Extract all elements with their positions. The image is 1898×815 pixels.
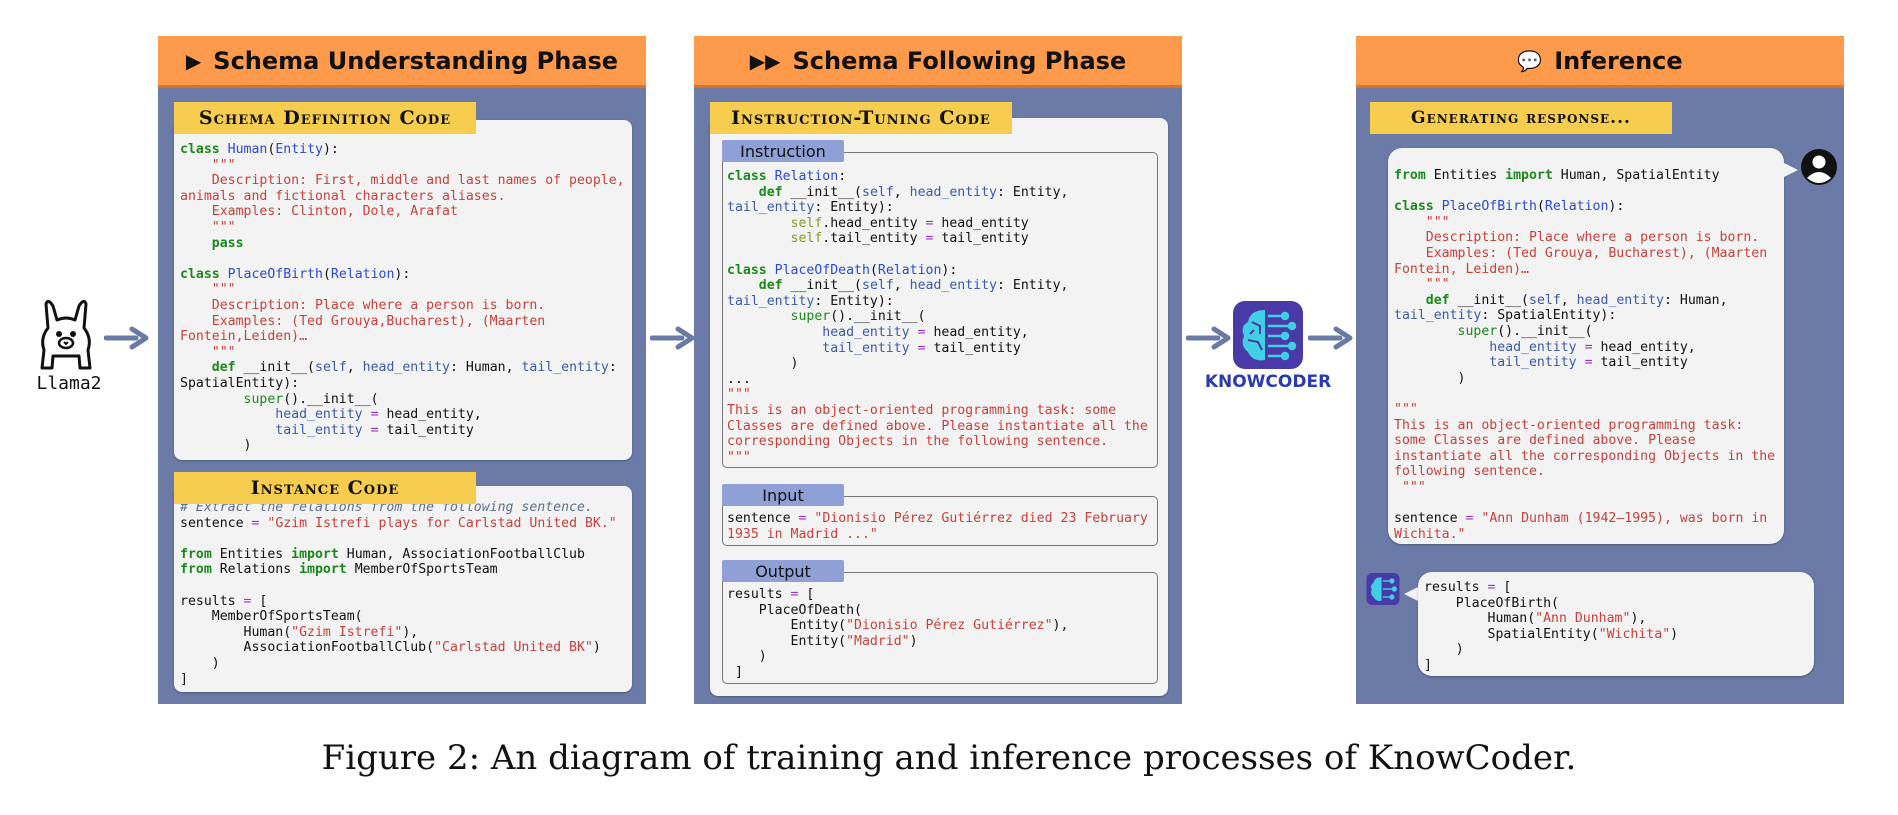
knowcoder-avatar-icon <box>1366 572 1400 606</box>
inference-panel: 💬 Inference Generating response... from … <box>1356 36 1844 704</box>
generating-response-tag: Generating response... <box>1370 102 1672 134</box>
instruction-code: class Relation: def __init__(self, head_… <box>727 169 1148 465</box>
schema-definition-card: class Human(Entity): """ Description: Fi… <box>174 120 632 460</box>
schema-definition-code: class Human(Entity): """ Description: Fi… <box>180 142 625 454</box>
knowcoder-label: KNOWCODER <box>1204 372 1332 392</box>
input-label: Input <box>722 484 844 506</box>
schema-following-panel: ▶▶ Schema Following Phase class Relation… <box>694 36 1182 704</box>
brain-circuit-icon <box>1233 301 1303 369</box>
output-label: Output <box>722 560 844 582</box>
schema-following-title: Schema Following Phase <box>792 46 1127 75</box>
fast-forward-icon: ▶▶ <box>749 48 781 73</box>
instance-code-card: # Extract the relations from the followi… <box>174 486 632 692</box>
instruction-tuning-tag: Instruction-Tuning Code <box>710 102 1012 134</box>
user-avatar-icon <box>1801 149 1837 185</box>
schema-definition-tag: Schema Definition Code <box>174 102 476 134</box>
input-code: sentence = "Dionisio Pérez Gutiérrez die… <box>727 511 1148 542</box>
inference-title: Inference <box>1554 46 1683 75</box>
inference-result-code: results = [ PlaceOfBirth( Human("Ann Dun… <box>1424 580 1679 673</box>
result-bubble: results = [ PlaceOfBirth( Human("Ann Dun… <box>1418 572 1814 676</box>
figure-caption: Figure 2: An diagram of training and inf… <box>321 738 1577 778</box>
llama-label: Llama2 <box>36 373 102 394</box>
prompt-bubble: from Entities import Human, SpatialEntit… <box>1388 148 1784 544</box>
chat-bubbles-icon: 💬 <box>1517 48 1543 73</box>
schema-understanding-header: ▶ Schema Understanding Phase <box>158 36 646 88</box>
arrow-llama-to-phase1 <box>104 326 149 350</box>
instruction-label: Instruction <box>722 140 844 162</box>
play-icon: ▶ <box>185 48 202 73</box>
instance-code: # Extract the relations from the followi… <box>180 500 617 687</box>
schema-understanding-title: Schema Understanding Phase <box>213 46 619 75</box>
inference-prompt-code: from Entities import Human, SpatialEntit… <box>1394 168 1776 542</box>
instruction-box: class Relation: def __init__(self, head_… <box>722 152 1158 468</box>
llama-icon <box>40 299 92 370</box>
arrow-phase2-to-knowcoder <box>1186 326 1231 350</box>
inference-header: 💬 Inference <box>1356 36 1844 88</box>
schema-following-header: ▶▶ Schema Following Phase <box>694 36 1182 88</box>
output-box: results = [ PlaceOfDeath( Entity("Dionis… <box>722 572 1158 684</box>
instruction-tuning-card: class Relation: def __init__(self, head_… <box>710 118 1168 696</box>
arrow-knowcoder-to-inference <box>1308 326 1353 350</box>
output-code: results = [ PlaceOfDeath( Entity("Dionis… <box>727 587 1069 680</box>
instance-code-tag: Instance Code <box>174 472 476 504</box>
schema-understanding-panel: ▶ Schema Understanding Phase class Human… <box>158 36 646 704</box>
arrow-phase1-to-phase2 <box>650 326 695 350</box>
prompt-bubble-tail <box>1782 162 1798 178</box>
